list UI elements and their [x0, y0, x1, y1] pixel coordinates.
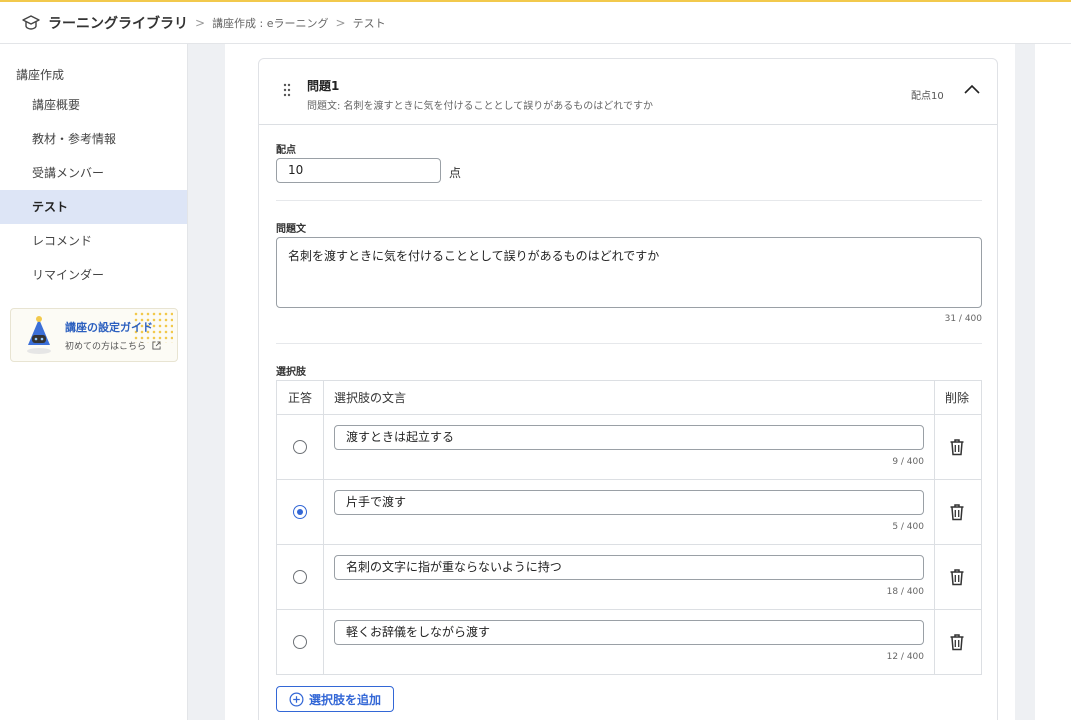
add-choice-button[interactable]: 選択肢を追加	[276, 686, 394, 712]
breadcrumb-current: テスト	[352, 16, 386, 30]
choice-counter: 12 / 400	[886, 652, 924, 662]
choice-input[interactable]: 名刺の文字に指が重ならないように持つ	[334, 555, 924, 580]
question-score-badge: 配点10	[911, 91, 944, 102]
question-text-area[interactable]: 名刺を渡すときに気を付けることとして誤りがあるものはどれですか	[276, 237, 982, 308]
add-choice-label: 選択肢を追加	[308, 692, 381, 707]
question-text-counter: 31 / 400	[944, 314, 982, 324]
correct-cell	[276, 609, 324, 675]
score-unit: 点	[449, 166, 462, 180]
choice-counter: 5 / 400	[892, 522, 924, 532]
correct-radio[interactable]	[293, 635, 307, 649]
col-header-delete: 削除	[934, 380, 982, 415]
table-row: 渡すときは起立する 9 / 400	[276, 414, 982, 480]
text-cell: 渡すときは起立する 9 / 400	[323, 414, 935, 480]
external-link-icon	[149, 340, 161, 352]
choice-input[interactable]: 片手で渡す	[334, 490, 924, 515]
trash-icon[interactable]	[949, 568, 965, 586]
question-card: 問題1 問題文: 名刺を渡すときに気を付けることとして誤りがあるものはどれですか…	[258, 58, 998, 720]
correct-cell	[276, 544, 324, 610]
text-cell: 軽くお辞儀をしながら渡す 12 / 400	[323, 609, 935, 675]
delete-cell	[934, 414, 982, 480]
setup-guide-banner[interactable]: 講座の設定ガイド 初めての方はこちら	[10, 308, 178, 362]
col-header-correct: 正答	[276, 380, 324, 415]
trash-icon[interactable]	[949, 438, 965, 456]
breadcrumb-chevron-icon: >	[335, 15, 346, 30]
chevron-up-icon[interactable]	[963, 83, 981, 97]
sidebar-item-recommend[interactable]: レコメンド	[0, 224, 187, 258]
sidebar-section-title: 講座作成	[16, 68, 65, 82]
text-cell: 名刺の文字に指が重ならないように持つ 18 / 400	[323, 544, 935, 610]
divider	[276, 200, 982, 201]
correct-cell	[276, 414, 324, 480]
score-label: 配点	[276, 145, 296, 156]
choices-label: 選択肢	[276, 367, 306, 378]
guide-title: 講座の設定ガイド	[65, 320, 153, 334]
delete-cell	[934, 479, 982, 545]
top-bar: ラーニングライブラリ > 講座作成 : eラーニング > テスト	[0, 0, 1071, 44]
text-cell: 片手で渡す 5 / 400	[323, 479, 935, 545]
choice-input[interactable]: 軽くお辞儀をしながら渡す	[334, 620, 924, 645]
brand-link[interactable]: ラーニングライブラリ	[48, 13, 188, 33]
correct-radio[interactable]	[293, 440, 307, 454]
table-row: 片手で渡す 5 / 400	[276, 479, 982, 545]
correct-cell	[276, 479, 324, 545]
divider	[276, 343, 982, 344]
question-header[interactable]: 問題1 問題文: 名刺を渡すときに気を付けることとして誤りがあるものはどれですか…	[259, 59, 997, 125]
breadcrumb-chevron-icon: >	[195, 15, 206, 30]
left-gutter	[189, 44, 225, 720]
sidebar-item-reminder[interactable]: リマインダー	[0, 258, 187, 292]
choice-input[interactable]: 渡すときは起立する	[334, 425, 924, 450]
right-pane	[1035, 44, 1071, 720]
question-summary: 問題文: 名刺を渡すときに気を付けることとして誤りがあるものはどれですか	[307, 101, 653, 112]
trash-icon[interactable]	[949, 633, 965, 651]
drag-handle-icon[interactable]	[283, 83, 291, 101]
correct-radio[interactable]	[293, 570, 307, 584]
correct-radio[interactable]	[293, 505, 307, 519]
sidebar-item-test[interactable]: テスト	[0, 190, 187, 224]
plus-circle-icon	[289, 692, 304, 706]
delete-cell	[934, 609, 982, 675]
choice-counter: 18 / 400	[886, 587, 924, 597]
robot-mascot-icon	[23, 315, 55, 355]
sidebar-item-materials[interactable]: 教材・参考情報	[0, 122, 187, 156]
sidebar: 講座作成 講座概要 教材・参考情報 受講メンバー テスト レコメンド リマインダ…	[0, 44, 188, 720]
breadcrumb-course[interactable]: 講座作成 : eラーニング	[212, 15, 328, 31]
sidebar-item-overview[interactable]: 講座概要	[0, 88, 187, 122]
question-text-label: 問題文	[276, 224, 306, 235]
col-header-text: 選択肢の文言	[323, 380, 935, 415]
choice-counter: 9 / 400	[892, 457, 924, 467]
question-title: 問題1	[307, 79, 340, 93]
choices-table: 正答 選択肢の文言 削除 渡すときは起立する 9 / 400 片手で渡す 5 /…	[276, 380, 982, 675]
score-input[interactable]: 10	[276, 158, 441, 183]
main-panel: 問題1 問題文: 名刺を渡すときに気を付けることとして誤りがあるものはどれですか…	[225, 44, 1015, 720]
guide-subtitle-text: 初めての方はこちら	[65, 341, 147, 352]
right-gutter	[1015, 44, 1035, 720]
delete-cell	[934, 544, 982, 610]
sidebar-item-members[interactable]: 受講メンバー	[0, 156, 187, 190]
table-row: 名刺の文字に指が重ならないように持つ 18 / 400	[276, 544, 982, 610]
trash-icon[interactable]	[949, 503, 965, 521]
table-row: 軽くお辞儀をしながら渡す 12 / 400	[276, 609, 982, 675]
graduation-cap-icon	[22, 14, 40, 32]
